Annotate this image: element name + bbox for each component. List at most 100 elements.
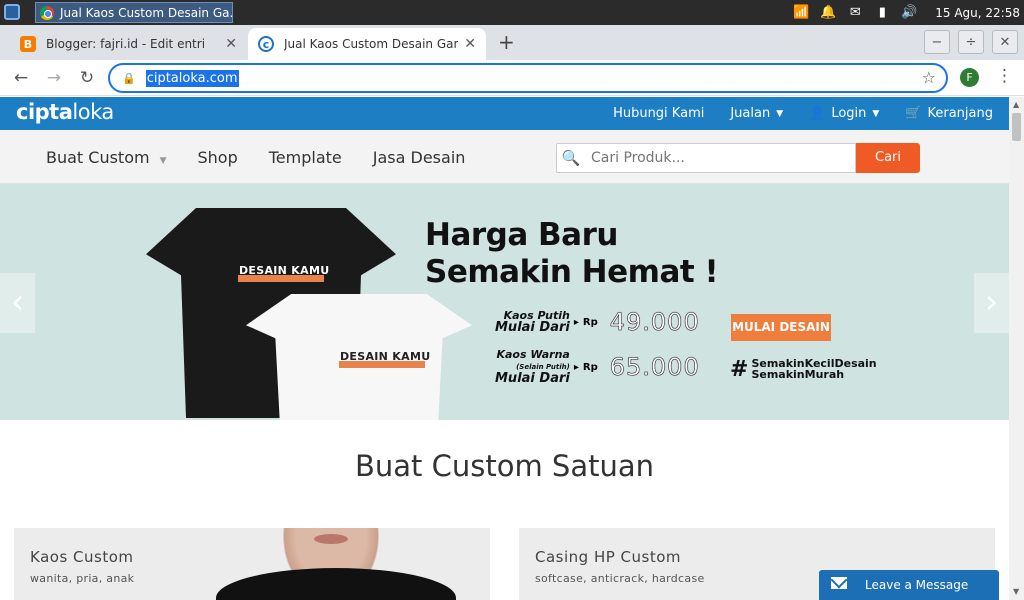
envelope-icon xyxy=(831,577,847,589)
tab-title: Jual Kaos Custom Desain Gamb xyxy=(284,37,459,51)
hero-banner[interactable]: ‹ › DESAIN KAMU DESAIN KAMU Harga Baru S… xyxy=(0,184,1009,420)
caret-down-icon: ▼ xyxy=(872,108,880,119)
tee-label-black: DESAIN KAMU xyxy=(239,264,330,277)
profile-avatar[interactable]: F xyxy=(960,68,979,87)
price-currency: Rp xyxy=(582,361,598,373)
hash-icon: # xyxy=(730,356,749,382)
close-icon[interactable]: ✕ xyxy=(464,36,476,52)
nav-label: Buat Custom xyxy=(46,147,150,167)
scroll-up-icon[interactable]: ▲ xyxy=(1013,100,1019,109)
scroll-thumb[interactable] xyxy=(1012,113,1021,141)
chevron-right-icon[interactable]: › xyxy=(974,273,1009,333)
start-menu-icon[interactable] xyxy=(4,4,20,20)
taskbar-window-button[interactable]: Jual Kaos Custom Desain Ga... xyxy=(35,2,233,23)
tab-title: Blogger: fajri.id - Edit entri xyxy=(46,37,206,51)
tab-blogger[interactable]: B Blogger: fajri.id - Edit entri ✕ xyxy=(10,28,247,60)
os-taskbar: Jual Kaos Custom Desain Ga... 📶 🔔 ✉ ▮ 🔊 … xyxy=(0,0,1024,25)
nav-label: Jualan xyxy=(730,106,771,121)
url-text[interactable]: ciptaloka.com xyxy=(145,69,239,87)
volume-icon[interactable]: 🔊 xyxy=(900,5,918,20)
user-icon: 👤 xyxy=(809,106,826,121)
minimize-button[interactable]: − xyxy=(924,30,950,54)
top-nav: Hubungi Kami Jualan ▼ 👤 Login ▼ 🛒 Keranjang xyxy=(613,97,993,130)
logo-bold: cipta xyxy=(16,100,73,124)
mail-icon[interactable]: ✉ xyxy=(846,5,864,20)
reload-icon[interactable]: ↻ xyxy=(76,67,98,89)
main-nav: Buat Custom ▼ Shop Template Jasa Desain 🔍… xyxy=(0,130,1009,184)
arrow-icon: ▸ xyxy=(573,361,579,373)
back-icon[interactable]: ← xyxy=(10,67,32,89)
model-image xyxy=(216,528,456,600)
nav-jasa-desain[interactable]: Jasa Desain xyxy=(373,148,466,167)
web-page: ciptaloka Hubungi Kami Jualan ▼ 👤 Login ▼ 🛒… xyxy=(0,97,1009,600)
headline-line-2: Semakin Hemat ! xyxy=(425,254,719,290)
nav-label: Login xyxy=(831,106,867,121)
bookmark-star-icon[interactable]: ☆ xyxy=(922,68,936,87)
page-scrollbar[interactable]: ▲ ▼ xyxy=(1009,97,1024,600)
nav-template[interactable]: Template xyxy=(269,148,342,167)
nav-hubungi-kami[interactable]: Hubungi Kami xyxy=(613,106,704,121)
caret-down-icon: ▼ xyxy=(776,108,784,119)
lock-icon[interactable]: 🔒 xyxy=(122,72,136,85)
menu-icon[interactable]: ⋮ xyxy=(996,66,1013,86)
hashtag-line: SemakinMurah xyxy=(751,368,845,381)
search-input[interactable] xyxy=(591,150,831,166)
search-icon: 🔍 xyxy=(561,149,581,167)
price-label: Mulai Dari xyxy=(495,371,570,386)
maximize-button[interactable]: ÷ xyxy=(958,30,984,54)
price-row-white: Kaos Putih Mulai Dari ▸ Rp 49.000 xyxy=(495,308,700,337)
address-bar[interactable]: 🔒 ciptaloka.com ☆ xyxy=(108,63,948,93)
search-button[interactable]: Cari xyxy=(856,143,920,173)
hashtag: # SemakinKecilDesain SemakinMurah xyxy=(730,358,877,380)
forward-icon[interactable]: → xyxy=(43,67,65,89)
new-tab-icon[interactable]: + xyxy=(498,30,515,54)
close-window-button[interactable]: ✕ xyxy=(992,30,1018,54)
search-box: 🔍 xyxy=(556,143,856,173)
nav-login[interactable]: 👤 Login ▼ xyxy=(809,106,879,121)
blogger-icon: B xyxy=(20,36,36,52)
scroll-down-icon[interactable]: ▼ xyxy=(1013,587,1019,596)
mulai-desain-button[interactable]: MULAI DESAIN xyxy=(731,314,831,341)
card-kaos-custom[interactable]: Kaos Custom wanita, pria, anak xyxy=(14,528,490,600)
clock[interactable]: 15 Agu, 22:58 xyxy=(935,6,1020,20)
bell-icon[interactable]: 🔔 xyxy=(819,5,837,20)
price-value: 49.000 xyxy=(609,308,700,337)
card-title: Casing HP Custom xyxy=(535,548,682,566)
caret-down-icon: ▼ xyxy=(159,155,167,166)
chat-label: Leave a Message xyxy=(865,578,969,592)
nav-jualan[interactable]: Jualan ▼ xyxy=(730,106,783,121)
card-subtitle: softcase, anticrack, hardcase xyxy=(535,572,705,585)
price-currency: Rp xyxy=(582,316,598,328)
taskbar-window-title: Jual Kaos Custom Desain Ga... xyxy=(60,5,233,20)
site-logo[interactable]: ciptaloka xyxy=(16,100,114,124)
chevron-left-icon[interactable]: ‹ xyxy=(0,273,35,333)
wifi-icon[interactable]: 📶 xyxy=(792,5,810,20)
system-tray: 📶 🔔 ✉ ▮ 🔊 15 Agu, 22:58 xyxy=(792,0,1020,25)
price-value: 65.000 xyxy=(609,353,700,382)
nav-keranjang[interactable]: 🛒 Keranjang xyxy=(905,106,993,121)
close-icon[interactable]: ✕ xyxy=(225,36,237,52)
site-top-bar: ciptaloka Hubungi Kami Jualan ▼ 👤 Login ▼ 🛒… xyxy=(0,97,1009,130)
cart-icon: 🛒 xyxy=(905,106,922,121)
nav-label: Keranjang xyxy=(927,106,994,121)
nav-buat-custom[interactable]: Buat Custom ▼ xyxy=(46,148,167,167)
tee-label-white: DESAIN KAMU xyxy=(340,350,431,363)
headline-line-1: Harga Baru xyxy=(425,217,618,253)
chat-widget[interactable]: Leave a Message xyxy=(819,570,999,600)
price-row-color: Kaos Warna (Selain Putih) Mulai Dari ▸ Rp … xyxy=(495,348,700,386)
tab-ciptaloka[interactable]: c Jual Kaos Custom Desain Gamb ✕ xyxy=(248,28,486,60)
card-subtitle: wanita, pria, anak xyxy=(30,572,135,585)
chrome-icon xyxy=(40,5,54,20)
nav-label: Hubungi Kami xyxy=(613,106,705,121)
price-label: Kaos Warna xyxy=(496,348,570,361)
card-title: Kaos Custom xyxy=(30,548,134,566)
ciptaloka-icon: c xyxy=(258,36,274,52)
banner-headline: Harga Baru Semakin Hemat ! xyxy=(425,217,719,291)
logo-thin: loka xyxy=(72,100,114,124)
battery-icon[interactable]: ▮ xyxy=(873,5,891,20)
nav-shop[interactable]: Shop xyxy=(198,148,238,167)
price-label: Mulai Dari xyxy=(495,320,570,335)
section-title: Buat Custom Satuan xyxy=(354,449,655,483)
arrow-icon: ▸ xyxy=(573,316,579,328)
browser-toolbar: ← → ↻ 🔒 ciptaloka.com ☆ F ⋮ xyxy=(0,60,1024,96)
